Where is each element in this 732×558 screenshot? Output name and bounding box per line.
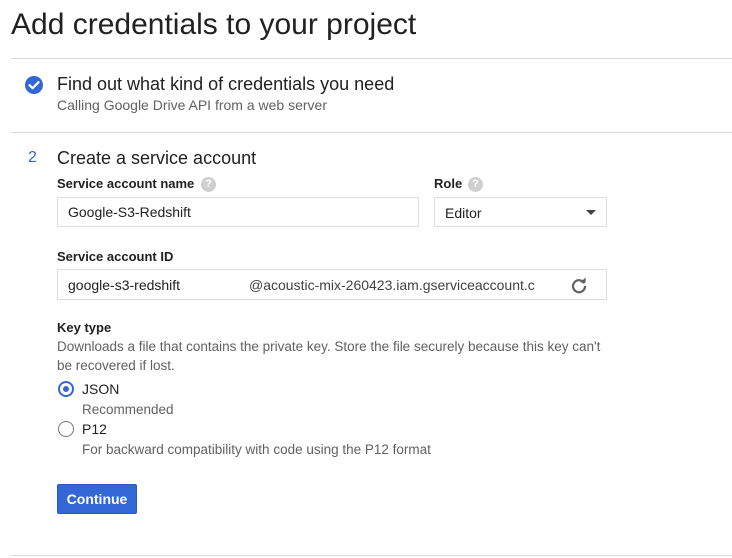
continue-button[interactable]: Continue <box>57 484 137 514</box>
step2-title: Create a service account <box>57 148 257 168</box>
help-icon[interactable]: ? <box>468 177 483 192</box>
step2-number: 2 <box>28 149 37 166</box>
role-label: Role <box>434 176 463 191</box>
p12-option-label[interactable]: P12 <box>82 421 107 437</box>
refresh-icon[interactable] <box>569 276 589 296</box>
json-option-sub: Recommended <box>82 402 174 417</box>
service-account-id-label: Service account ID <box>57 249 174 264</box>
service-account-name-label: Service account name <box>57 176 195 191</box>
page-title: Add credentials to your project <box>11 8 417 41</box>
divider <box>11 132 732 133</box>
json-option-label[interactable]: JSON <box>82 381 119 397</box>
dropdown-caret-icon <box>586 210 596 215</box>
key-type-description: Downloads a file that contains the priva… <box>57 339 601 373</box>
service-account-id-suffix: @acoustic-mix-260423.iam.gserviceaccount… <box>249 277 535 293</box>
step1-subtitle: Calling Google Drive API from a web serv… <box>57 97 327 113</box>
divider <box>11 555 732 556</box>
p12-option-sub: For backward compatibility with code usi… <box>82 442 431 457</box>
role-value: Editor <box>445 205 482 221</box>
service-account-id-value[interactable]: google-s3-redshift <box>68 277 180 293</box>
key-type-label: Key type <box>57 320 112 335</box>
service-account-name-input[interactable] <box>57 197 419 227</box>
step1-title: Find out what kind of credentials you ne… <box>57 74 395 94</box>
help-icon[interactable]: ? <box>201 177 216 192</box>
service-account-id-field[interactable]: google-s3-redshift @acoustic-mix-260423.… <box>57 269 607 300</box>
check-circle-icon <box>25 76 43 94</box>
role-select[interactable]: Editor <box>434 197 607 227</box>
json-radio[interactable] <box>58 381 74 397</box>
p12-radio[interactable] <box>58 421 74 437</box>
divider <box>11 58 732 59</box>
